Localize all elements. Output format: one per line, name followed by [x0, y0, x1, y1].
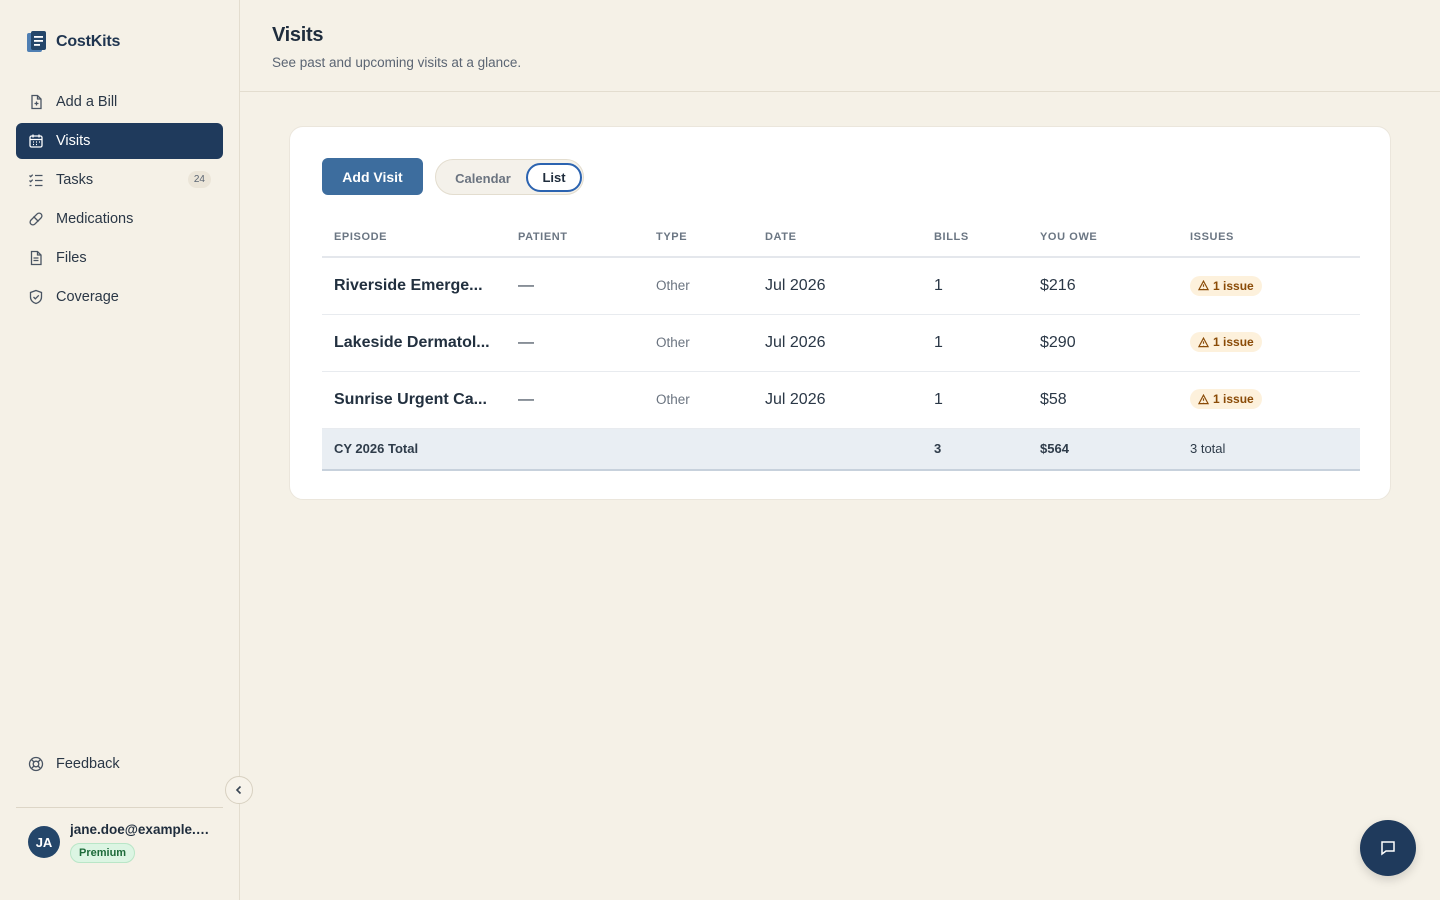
chat-button[interactable]	[1360, 820, 1416, 876]
sidebar-item-visits[interactable]: Visits	[16, 123, 223, 159]
calendar-icon	[28, 133, 44, 149]
bills-cell: 1	[922, 314, 1028, 372]
issue-badge-label: 1 issue	[1213, 278, 1254, 293]
sidebar-nav: Add a Bill Visits Tasks 24 Medications F…	[16, 84, 223, 318]
issue-badge[interactable]: 1 issue	[1190, 332, 1262, 353]
avatar: JA	[28, 826, 60, 858]
you-owe-cell: $290	[1028, 314, 1178, 372]
sidebar-item-label: Tasks	[56, 172, 94, 188]
type-cell: Other	[644, 314, 753, 372]
episode-cell[interactable]: Riverside Emerge...	[322, 257, 506, 315]
total-row: CY 2026 Total 3 $564 3 total	[322, 428, 1360, 471]
column-header-date[interactable]: DATE	[753, 218, 922, 258]
issue-badge[interactable]: 1 issue	[1190, 275, 1262, 296]
sidebar: CostKits Add a Bill Visits Tasks 24 Medi…	[0, 0, 240, 900]
issue-badge[interactable]: 1 issue	[1190, 389, 1262, 410]
episode-cell[interactable]: Lakeside Dermatol...	[322, 314, 506, 372]
visits-table: EPISODE PATIENT TYPE DATE BILLS YOU OWE …	[322, 218, 1360, 471]
sidebar-item-label: Add a Bill	[56, 94, 118, 110]
checklist-icon	[28, 172, 44, 188]
view-list-option[interactable]: List	[526, 163, 582, 192]
issues-cell: 1 issue	[1178, 314, 1360, 372]
patient-cell: —	[506, 371, 644, 429]
column-header-type[interactable]: TYPE	[644, 218, 753, 258]
date-cell: Jul 2026	[753, 257, 922, 315]
tasks-count-badge: 24	[187, 171, 211, 188]
collapse-sidebar-button[interactable]	[225, 776, 253, 804]
sidebar-item-tasks[interactable]: Tasks 24	[16, 162, 223, 198]
table-row[interactable]: Sunrise Urgent Ca... — Other Jul 2026 1 …	[322, 371, 1360, 429]
episode-cell[interactable]: Sunrise Urgent Ca...	[322, 371, 506, 429]
sidebar-item-coverage[interactable]: Coverage	[16, 279, 223, 315]
warning-icon	[1198, 336, 1209, 347]
bills-cell: 1	[922, 371, 1028, 429]
warning-icon	[1198, 280, 1209, 291]
sidebar-divider	[16, 807, 223, 808]
total-empty-cell	[753, 428, 922, 471]
feedback-label: Feedback	[56, 756, 120, 772]
user-profile[interactable]: JA jane.doe@example.com Premium	[28, 822, 210, 863]
table-row[interactable]: Riverside Emerge... — Other Jul 2026 1 $…	[322, 257, 1360, 315]
you-owe-cell: $216	[1028, 257, 1178, 315]
chat-icon	[1381, 841, 1395, 856]
patient-cell: —	[506, 314, 644, 372]
shield-check-icon	[28, 289, 44, 305]
add-visit-button[interactable]: Add Visit	[322, 158, 423, 195]
total-you-owe: $564	[1028, 428, 1178, 471]
type-cell: Other	[644, 371, 753, 429]
patient-cell: —	[506, 257, 644, 315]
issue-badge-label: 1 issue	[1213, 392, 1254, 407]
costkits-logo-icon	[27, 31, 46, 52]
chevron-left-icon	[235, 785, 242, 795]
column-header-you-owe[interactable]: YOU OWE	[1028, 218, 1178, 258]
sidebar-item-label: Coverage	[56, 289, 119, 305]
issue-badge-label: 1 issue	[1213, 335, 1254, 350]
visits-card: Add Visit Calendar List EPISODE PATIENT …	[289, 126, 1391, 500]
plan-badge: Premium	[70, 843, 136, 863]
table-header-row: EPISODE PATIENT TYPE DATE BILLS YOU OWE …	[322, 218, 1360, 258]
sidebar-item-label: Medications	[56, 211, 134, 227]
you-owe-cell: $58	[1028, 371, 1178, 429]
issues-cell: 1 issue	[1178, 257, 1360, 315]
column-header-patient[interactable]: PATIENT	[506, 218, 644, 258]
pill-icon	[28, 211, 44, 227]
view-calendar-option[interactable]: Calendar	[446, 167, 520, 189]
column-header-issues[interactable]: ISSUES	[1178, 218, 1360, 258]
lifebuoy-icon	[28, 756, 44, 772]
column-header-bills[interactable]: BILLS	[922, 218, 1028, 258]
type-cell: Other	[644, 257, 753, 315]
warning-icon	[1198, 393, 1209, 404]
sidebar-item-label: Files	[56, 250, 87, 266]
total-label: CY 2026 Total	[322, 428, 506, 471]
bills-cell: 1	[922, 257, 1028, 315]
page-title: Visits	[272, 24, 324, 46]
brand-name: CostKits	[56, 33, 121, 50]
date-cell: Jul 2026	[753, 371, 922, 429]
sidebar-item-medications[interactable]: Medications	[16, 201, 223, 237]
total-empty-cell	[644, 428, 753, 471]
page-subtitle: See past and upcoming visits at a glance…	[272, 55, 522, 70]
total-empty-cell	[506, 428, 644, 471]
issues-cell: 1 issue	[1178, 371, 1360, 429]
feedback-link[interactable]: Feedback	[16, 746, 223, 782]
sidebar-item-add-a-bill[interactable]: Add a Bill	[16, 84, 223, 120]
total-issues: 3 total	[1178, 428, 1360, 471]
page-header: Visits See past and upcoming visits at a…	[240, 0, 1440, 92]
user-email: jane.doe@example.com	[70, 822, 210, 837]
date-cell: Jul 2026	[753, 314, 922, 372]
column-header-episode[interactable]: EPISODE	[322, 218, 506, 258]
view-toggle: Calendar List	[435, 159, 584, 195]
sidebar-item-files[interactable]: Files	[16, 240, 223, 276]
file-plus-icon	[28, 94, 44, 110]
total-bills: 3	[922, 428, 1028, 471]
file-icon	[28, 250, 44, 266]
sidebar-item-label: Visits	[56, 133, 91, 149]
brand[interactable]: CostKits	[26, 30, 120, 54]
table-row[interactable]: Lakeside Dermatol... — Other Jul 2026 1 …	[322, 314, 1360, 372]
